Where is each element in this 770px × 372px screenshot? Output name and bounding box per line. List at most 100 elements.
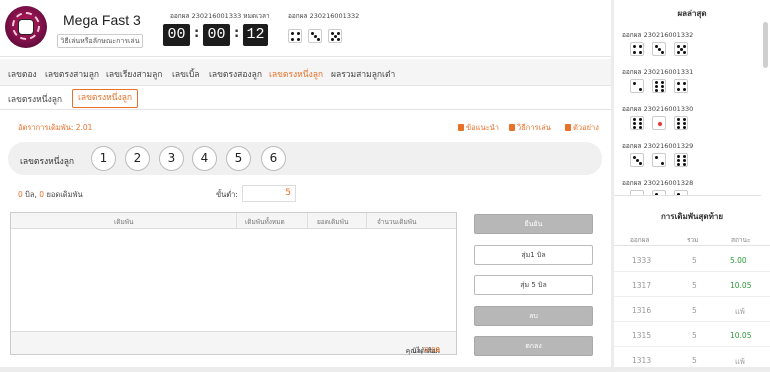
bet-total: 5 <box>692 331 697 340</box>
dice-face-3 <box>652 42 666 56</box>
col-bet-amount: ยอดเดิมพัน <box>317 218 349 226</box>
timer-seconds: 12 <box>243 24 268 46</box>
bet-total: 5 <box>692 256 697 265</box>
col-round: ออกผล <box>630 236 650 244</box>
tab-one-straight[interactable]: เลขตรงหนึ่งลูก <box>269 67 323 81</box>
dice-face-5 <box>674 42 688 56</box>
last-bet-row[interactable]: 1317 5 10.05 <box>614 273 770 297</box>
result-round-label: ออกผล 230216001331 <box>622 68 694 76</box>
last-bet-row[interactable]: 1315 5 10.05 <box>614 323 770 347</box>
main-panel: Mega Fast 3 วิธีเล่นหรือลักษณะการเล่น ออ… <box>0 0 611 367</box>
col-total-bet: เดิมพันทั้งหมด <box>245 218 285 226</box>
tab-three-sequence[interactable]: เลขเรียงสามลูก <box>106 67 162 81</box>
timer-colon: : <box>194 26 200 41</box>
last-bets-title: การเดิมพันสุดท้าย <box>660 212 724 221</box>
document-icon <box>509 124 515 131</box>
bet-type-tabs: เลขตอง เลขตรงสามลูก เลขเรียงสามลูก เลขเบ… <box>0 59 611 86</box>
dice-face-5 <box>328 29 342 43</box>
dice-face-6 <box>674 153 688 167</box>
current-round-label: ออกผล 230216001333 หมดเวลา <box>170 12 270 20</box>
last-bet-row[interactable]: 1313 5 แพ้ <box>614 348 770 372</box>
number-ball-1[interactable]: 1 <box>91 146 116 171</box>
dice-face-2 <box>630 79 644 93</box>
bet-total: 5 <box>692 306 697 315</box>
example-link[interactable]: ตัวอย่าง <box>565 122 599 134</box>
number-ball-2[interactable]: 2 <box>125 146 150 171</box>
result-round-label: ออกผล 230216001332 <box>622 31 694 39</box>
tab-three-dice-sum[interactable]: ผลรวมสามลูกเต๋า <box>331 67 395 81</box>
dice-face-2 <box>652 153 666 167</box>
random-5-bill-button[interactable]: สุ่ม 5 บิล <box>474 275 593 295</box>
dice-face-3 <box>308 29 322 43</box>
results-scrollbar[interactable] <box>763 22 768 68</box>
col-bet-count: จำนวนเดิมพัน <box>377 218 417 226</box>
bet-total: 5 <box>692 281 697 290</box>
number-ball-5[interactable]: 5 <box>226 146 251 171</box>
tab-two-straight[interactable]: เลขตรงสองลูก <box>209 67 262 81</box>
result-round-label: ออกผล 230216001328 <box>622 179 694 187</box>
dice-face-6 <box>630 116 644 130</box>
bet-rate: อัตราการเดิมพัน: 2.01 <box>18 123 93 132</box>
how-to-play-link[interactable]: วิธีการเล่น <box>509 122 551 134</box>
example-icon <box>565 124 571 131</box>
subtab-one-straight[interactable]: เลขตรงหนึ่งลูก <box>8 92 62 106</box>
round-number: 1316 <box>632 306 652 315</box>
bet-status: 5.00 <box>730 256 747 265</box>
min-bet-label: ขั้นต่ำ: <box>216 190 238 199</box>
game-title: Mega Fast 3 <box>63 12 141 28</box>
col-status: สถานะ <box>731 236 751 244</box>
dice-face-4 <box>630 42 644 56</box>
col-bet: เดิมพัน <box>114 218 134 226</box>
latest-results-title: ผลล่าสุด <box>677 9 707 18</box>
result-round-label: ออกผล 230216001330 <box>622 105 694 113</box>
number-picker: เลขตรงหนึ่งลูก 1 2 3 4 5 6 <box>8 142 602 175</box>
confirm-button[interactable]: ยืนยัน <box>474 214 593 234</box>
number-ball-6[interactable]: 6 <box>261 146 286 171</box>
dice-face-4 <box>674 79 688 93</box>
dice-face-6 <box>674 116 688 130</box>
bet-status: แพ้ <box>735 307 745 316</box>
timer-hours: 00 <box>163 24 190 46</box>
help-button[interactable]: วิธีเล่นหรือลักษณะการเล่น <box>57 34 143 48</box>
round-number: 1317 <box>632 281 652 290</box>
result-round-label: ออกผล 230216001329 <box>622 142 694 150</box>
sub-tabs: เลขตรงหนึ่งลูก เลขตรงหนึ่งลูก <box>0 87 611 110</box>
number-ball-4[interactable]: 4 <box>192 146 217 171</box>
round-number: 1315 <box>632 331 652 340</box>
dice-face-1 <box>652 116 666 130</box>
timer-minutes: 00 <box>203 24 230 46</box>
dice-face-6 <box>652 79 666 93</box>
min-bet-input[interactable]: 5 <box>242 185 296 202</box>
dice-face-1 <box>630 190 644 195</box>
game-logo <box>5 6 47 48</box>
dice-face-3 <box>652 190 666 195</box>
bet-total: 5 <box>692 356 697 365</box>
dice-face-3 <box>630 153 644 167</box>
agree-button[interactable]: ตกลง <box>474 336 593 356</box>
tips-link[interactable]: ข้อแนะนำ <box>458 122 499 134</box>
bet-slip-table: เดิมพัน เดิมพันทั้งหมด ยอดเดิมพัน จำนวนเ… <box>10 212 457 355</box>
bet-status: 10.05 <box>730 281 752 290</box>
last-bet-row[interactable]: 1316 5 แพ้ <box>614 298 770 322</box>
delete-button[interactable]: ลบ <box>474 306 593 326</box>
bulb-icon <box>458 124 464 131</box>
side-panel: ผลล่าสุด ออกผล 230216001332 ออกผล 2302160… <box>614 0 770 372</box>
number-ball-3[interactable]: 3 <box>159 146 184 171</box>
tab-triple[interactable]: เลขตอง <box>8 67 37 81</box>
tab-double[interactable]: เลขเบิ้ล <box>172 67 199 81</box>
bet-count: 0 บิล, 0 ยอดเดิมพัน <box>18 190 83 199</box>
game-header: Mega Fast 3 วิธีเล่นหรือลักษณะการเล่น ออ… <box>0 0 611 57</box>
picker-label: เลขตรงหนึ่งลูก <box>20 157 75 167</box>
random-1-bill-button[interactable]: สุ่ม1 บิล <box>474 245 593 265</box>
timer-colon: : <box>234 26 240 41</box>
dice-face-4 <box>288 29 302 43</box>
round-number: 1313 <box>632 356 652 365</box>
tab-three-straight[interactable]: เลขตรงสามลูก <box>45 67 99 81</box>
col-total: รวม <box>687 236 699 244</box>
bet-slip-footer: คุณได้เลือก 0 บิล, รวม: 0.00 <box>11 331 456 355</box>
subtab-one-straight-active[interactable]: เลขตรงหนึ่งลูก <box>72 89 139 108</box>
latest-results-list: ออกผล 230216001332 ออกผล 230216001331 ออกผ… <box>614 21 761 196</box>
bet-slip-header: เดิมพัน เดิมพันทั้งหมด ยอดเดิมพัน จำนวนเ… <box>11 213 456 229</box>
round-number: 1333 <box>632 256 652 265</box>
last-bet-row[interactable]: 1333 5 5.00 <box>614 248 770 272</box>
